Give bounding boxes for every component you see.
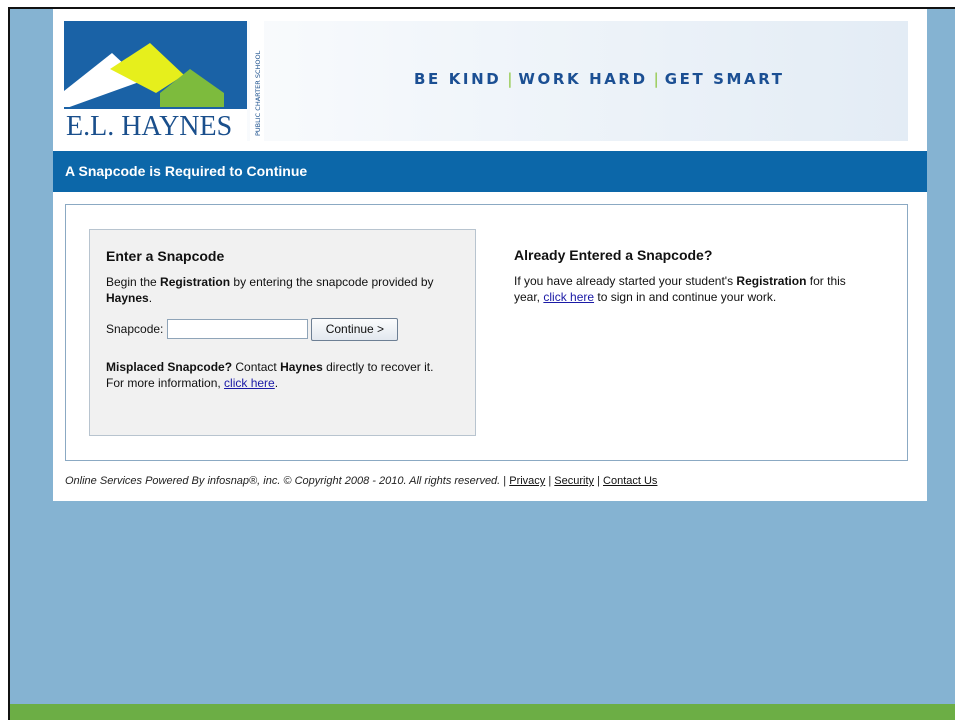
footer-separator: | xyxy=(594,475,604,487)
already-entered-text: If you have already started your student… xyxy=(514,274,846,304)
page-container: E.L. HAYNES PUBLIC CHARTER SCHOOL BE KIN… xyxy=(53,9,927,501)
snapcode-form-row: Snapcode: Continue > xyxy=(106,317,475,341)
site-header: E.L. HAYNES PUBLIC CHARTER SCHOOL BE KIN… xyxy=(64,21,908,141)
slogan-part-1: BE KIND xyxy=(414,70,502,88)
slogan-part-3: GET SMART xyxy=(664,70,785,88)
page-title-bar: A Snapcode is Required to Continue xyxy=(53,151,927,192)
logo-tagline: PUBLIC CHARTER SCHOOL xyxy=(254,50,262,136)
already-entered-panel: Already Entered a Snapcode? If you have … xyxy=(514,247,874,305)
content-box: Enter a Snapcode Begin the Registration … xyxy=(65,204,908,461)
screenshot-frame: E.L. HAYNES PUBLIC CHARTER SCHOOL BE KIN… xyxy=(8,7,955,720)
footer-separator: | xyxy=(500,475,510,487)
enter-snapcode-panel: Enter a Snapcode Begin the Registration … xyxy=(89,229,476,436)
enter-snapcode-heading: Enter a Snapcode xyxy=(106,248,225,264)
already-entered-heading: Already Entered a Snapcode? xyxy=(514,247,713,263)
slogan: BE KIND | WORK HARD | GET SMART xyxy=(414,70,785,88)
footer-separator: | xyxy=(545,475,555,487)
more-info-link[interactable]: click here xyxy=(224,376,275,390)
logo-wordmark: E.L. HAYNES xyxy=(66,111,232,141)
page-title: A Snapcode is Required to Continue xyxy=(65,163,308,179)
snapcode-label: Snapcode: xyxy=(106,322,164,336)
misplaced-snapcode-text: Misplaced Snapcode? Contact Haynes direc… xyxy=(106,360,434,390)
sign-in-link[interactable]: click here xyxy=(543,290,594,304)
privacy-link[interactable]: Privacy xyxy=(509,475,545,487)
copyright-text: Online Services Powered By infosnap®, in… xyxy=(65,475,501,487)
slogan-divider: | xyxy=(507,70,513,88)
page-footer: Online Services Powered By infosnap®, in… xyxy=(65,475,657,487)
bottom-accent-bar xyxy=(10,704,955,720)
snapcode-input[interactable] xyxy=(167,319,309,339)
slogan-divider: | xyxy=(653,70,659,88)
enter-snapcode-description: Begin the Registration by entering the s… xyxy=(106,275,434,305)
continue-button[interactable]: Continue > xyxy=(311,317,399,341)
school-logo[interactable]: E.L. HAYNES PUBLIC CHARTER SCHOOL xyxy=(64,21,279,141)
security-link[interactable]: Security xyxy=(554,475,594,487)
slogan-part-2: WORK HARD xyxy=(518,70,648,88)
contact-us-link[interactable]: Contact Us xyxy=(603,475,657,487)
